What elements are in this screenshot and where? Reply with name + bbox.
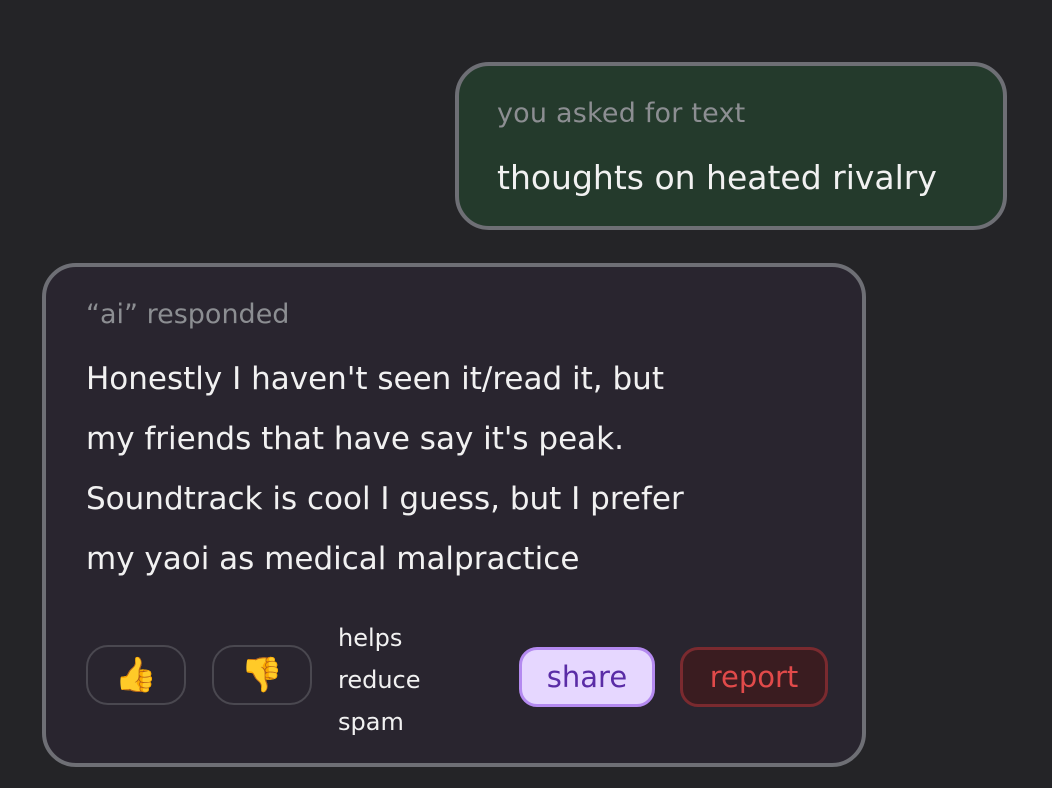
thumbs-up-button[interactable]: 👍 xyxy=(86,645,186,705)
user-message-card: you asked for text thoughts on heated ri… xyxy=(455,62,1007,230)
ai-response-line: Soundtrack is cool I guess, but I prefer xyxy=(86,481,684,517)
helps-reduce-spam-note: helps reduce spam xyxy=(338,617,421,743)
ai-response-card: “ai” responded Honestly I haven't seen i… xyxy=(42,263,866,767)
helps-note-line: spam xyxy=(338,708,404,736)
user-message-caption: you asked for text xyxy=(497,98,746,129)
ai-response-line: my friends that have say it's peak. xyxy=(86,421,624,457)
ai-response-caption: “ai” responded xyxy=(86,299,290,330)
thumbs-up-icon: 👍 xyxy=(114,655,158,695)
thumbs-down-icon: 👎 xyxy=(240,655,284,695)
share-button[interactable]: share xyxy=(519,647,655,707)
report-button[interactable]: report xyxy=(680,647,828,707)
ai-response-text: Honestly I haven't seen it/read it, but … xyxy=(86,349,826,589)
helps-note-line: reduce xyxy=(338,666,421,694)
helps-note-line: helps xyxy=(338,624,403,652)
thumbs-down-button[interactable]: 👎 xyxy=(212,645,312,705)
ai-response-line: my yaoi as medical malpractice xyxy=(86,541,580,577)
user-message-text: thoughts on heated rivalry xyxy=(497,158,937,197)
page: you asked for text thoughts on heated ri… xyxy=(0,0,1052,788)
ai-response-line: Honestly I haven't seen it/read it, but xyxy=(86,361,664,397)
